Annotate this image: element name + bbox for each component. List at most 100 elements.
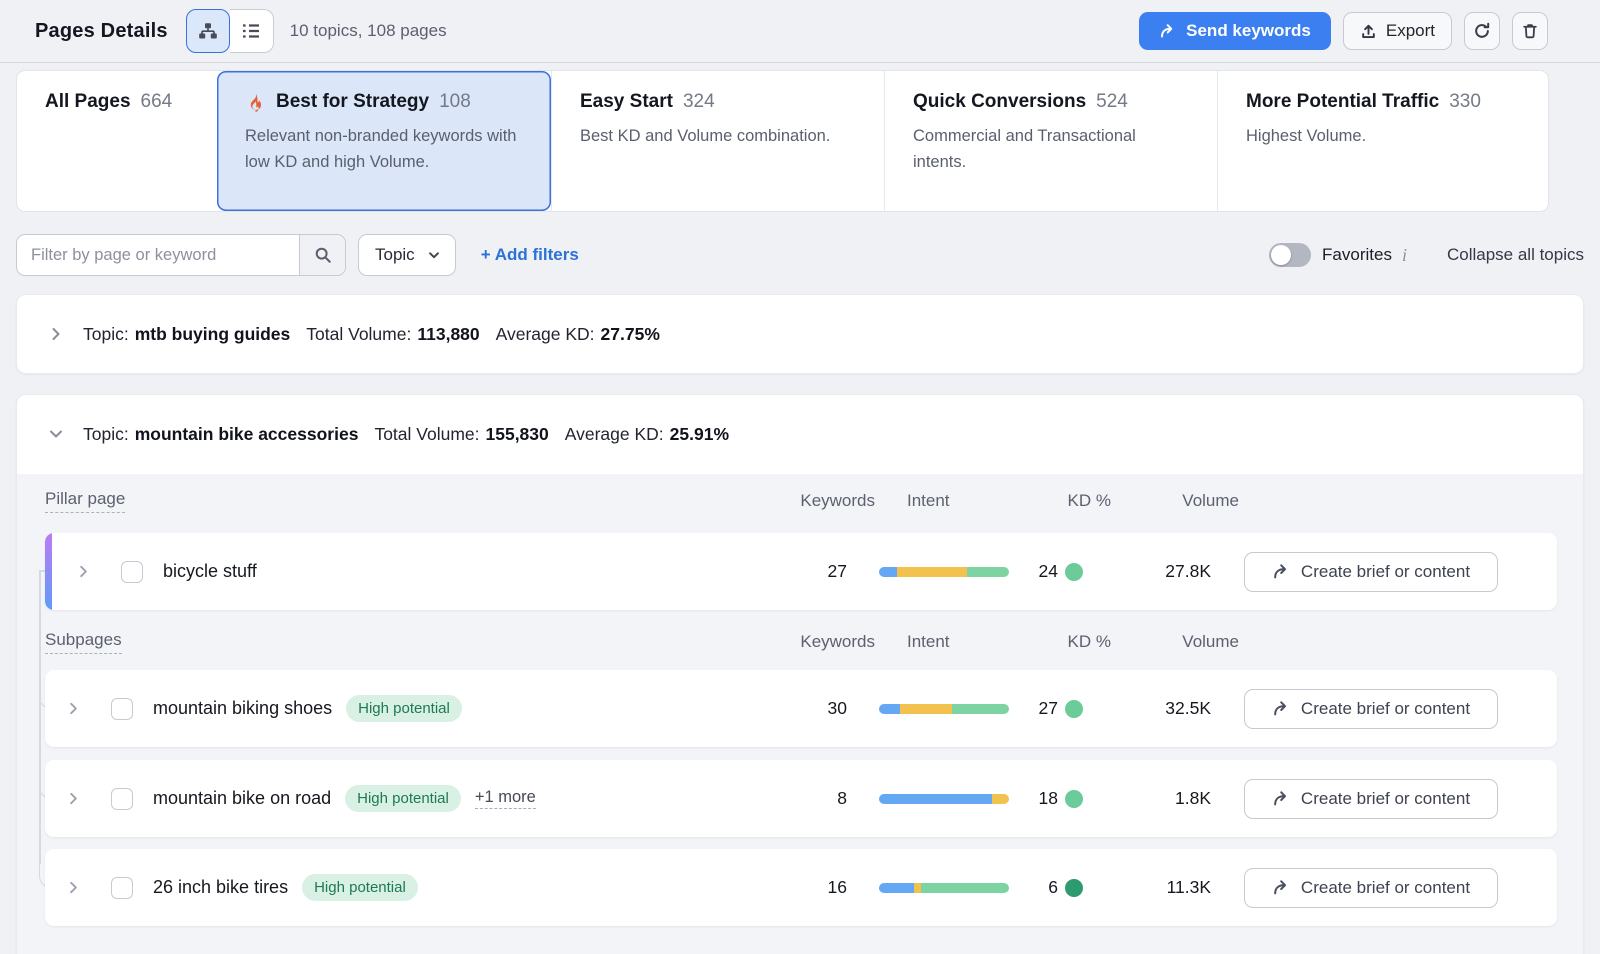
collapse-topic-icon[interactable] — [45, 423, 67, 445]
tab-all-pages[interactable]: All Pages 664 — [17, 71, 217, 211]
column-kd: KD % — [1053, 632, 1111, 652]
subpages-label[interactable]: Subpages — [45, 630, 122, 654]
column-keywords: Keywords — [765, 632, 875, 652]
high-potential-badge: High potential — [345, 785, 461, 812]
intent-bar — [879, 567, 1009, 577]
send-arrow-icon — [1272, 563, 1290, 580]
topic-body: Pillar page Keywords Intent KD % Volume … — [17, 474, 1583, 954]
column-intent: Intent — [907, 632, 1037, 652]
export-icon — [1360, 23, 1377, 40]
create-brief-button[interactable]: Create brief or content — [1244, 689, 1498, 729]
collapse-all-topics-link[interactable]: Collapse all topics — [1447, 245, 1584, 265]
tab-quick-conversions[interactable]: Quick Conversions 524 Commercial and Tra… — [884, 71, 1217, 211]
page-title: Pages Details — [35, 20, 168, 43]
tab-easy-start[interactable]: Easy Start 324 Best KD and Volume combin… — [551, 71, 884, 211]
view-toggle — [186, 9, 274, 53]
expand-topic-icon[interactable] — [45, 323, 67, 345]
intent-bar — [879, 794, 1009, 804]
topic-map-view-button[interactable] — [186, 9, 230, 53]
keywords-count: 16 — [737, 877, 847, 898]
pillar-row-bicycle-stuff: bicycle stuff 27 24 27.8K Create brief o… — [45, 533, 1557, 610]
favorites-label: Favorites — [1322, 245, 1392, 265]
list-view-button[interactable] — [230, 9, 274, 53]
search-button[interactable] — [299, 235, 345, 275]
volume-value: 11.3K — [1083, 877, 1211, 898]
export-button[interactable]: Export — [1343, 12, 1452, 50]
keywords-count: 30 — [737, 698, 847, 719]
kd-dot — [1065, 563, 1083, 581]
more-badges-link[interactable]: +1 more — [475, 788, 536, 809]
volume-value: 32.5K — [1083, 698, 1211, 719]
page-name[interactable]: bicycle stuff — [163, 561, 257, 582]
kd-value: 6 — [1025, 877, 1083, 898]
send-keywords-button[interactable]: Send keywords — [1139, 12, 1331, 50]
page-name[interactable]: mountain bike on road — [153, 788, 331, 809]
tab-best-for-strategy[interactable]: Best for Strategy 108 Relevant non-brand… — [217, 71, 551, 211]
create-brief-button[interactable]: Create brief or content — [1244, 552, 1498, 592]
high-potential-badge: High potential — [346, 695, 462, 722]
send-arrow-icon — [1159, 23, 1176, 39]
add-filters-link[interactable]: + Add filters — [481, 245, 579, 265]
topbar-actions: Send keywords Export — [1139, 12, 1548, 50]
pillar-page-header: Pillar page Keywords Intent KD % Volume — [17, 479, 1584, 523]
topic-card-mtb-buying-guides: Topic:mtb buying guides Total Volume:113… — [16, 294, 1584, 374]
send-arrow-icon — [1272, 879, 1290, 896]
expand-row-icon[interactable] — [61, 787, 85, 811]
tab-description: Highest Volume. — [1246, 123, 1524, 149]
info-icon[interactable]: i — [1402, 245, 1407, 266]
topic-filter-dropdown[interactable]: Topic — [358, 234, 456, 276]
toggle-knob — [1271, 245, 1291, 265]
refresh-icon — [1473, 22, 1491, 40]
tab-description: Best KD and Volume combination. — [580, 123, 858, 149]
chevron-down-icon — [427, 248, 441, 262]
intent-bar — [879, 883, 1009, 893]
search-input[interactable] — [17, 235, 299, 275]
row-checkbox[interactable] — [111, 877, 133, 899]
topic-name: Topic:mtb buying guides — [83, 324, 290, 345]
page-name[interactable]: mountain biking shoes — [153, 698, 332, 719]
kd-value: 24 — [1025, 561, 1083, 582]
pillar-page-label[interactable]: Pillar page — [45, 489, 125, 513]
row-checkbox[interactable] — [111, 698, 133, 720]
topic-total-volume: Total Volume:113,880 — [306, 324, 479, 345]
topic-name: Topic:mountain bike accessories — [83, 424, 358, 445]
create-brief-button[interactable]: Create brief or content — [1244, 868, 1498, 908]
topic-total-volume: Total Volume:155,830 — [374, 424, 548, 445]
topic-average-kd: Average KD:25.91% — [565, 424, 729, 445]
expand-row-icon[interactable] — [61, 697, 85, 721]
topics-pages-summary: 10 topics, 108 pages — [290, 21, 447, 41]
page-name[interactable]: 26 inch bike tires — [153, 877, 288, 898]
intent-bar — [879, 704, 1009, 714]
send-arrow-icon — [1272, 790, 1290, 807]
tab-more-potential-traffic[interactable]: More Potential Traffic 330 Highest Volum… — [1217, 71, 1549, 211]
row-checkbox[interactable] — [111, 788, 133, 810]
kd-dot — [1065, 879, 1083, 897]
list-icon — [241, 21, 261, 41]
sitemap-icon — [198, 21, 218, 41]
keywords-count: 8 — [737, 788, 847, 809]
column-volume: Volume — [1111, 491, 1239, 511]
column-keywords: Keywords — [765, 491, 875, 511]
tab-description: Commercial and Transactional intents. — [913, 123, 1191, 175]
flame-icon — [245, 92, 266, 113]
create-brief-button[interactable]: Create brief or content — [1244, 779, 1498, 819]
refresh-button[interactable] — [1464, 12, 1500, 50]
favorites-toggle[interactable] — [1269, 243, 1311, 267]
strategy-tabs: All Pages 664 Best for Strategy 108 Rele… — [16, 70, 1549, 212]
column-intent: Intent — [907, 491, 1037, 511]
expand-row-icon[interactable] — [61, 876, 85, 900]
kd-dot — [1065, 700, 1083, 718]
tree-connector-line — [39, 571, 41, 864]
row-checkbox[interactable] — [121, 561, 143, 583]
expand-row-icon[interactable] — [71, 560, 95, 584]
volume-value: 27.8K — [1083, 561, 1211, 582]
kd-value: 18 — [1025, 788, 1083, 809]
trash-icon — [1521, 22, 1539, 40]
volume-value: 1.8K — [1083, 788, 1211, 809]
delete-button[interactable] — [1512, 12, 1548, 50]
filter-row-right: Favorites i Collapse all topics — [1269, 243, 1584, 267]
column-volume: Volume — [1111, 632, 1239, 652]
send-arrow-icon — [1272, 700, 1290, 717]
keyword-filter — [16, 234, 346, 276]
kd-dot — [1065, 790, 1083, 808]
